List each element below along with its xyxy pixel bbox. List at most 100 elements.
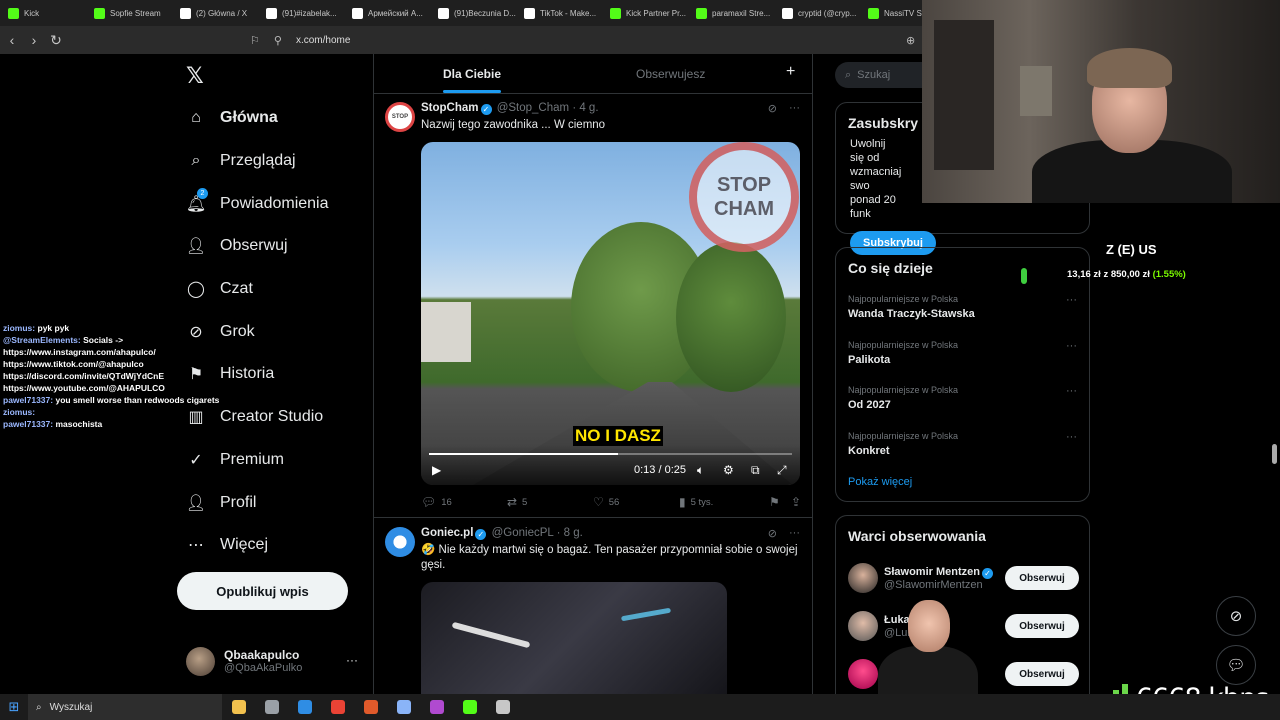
trend-item[interactable]: Najpopularniejsze w Polska Od 2027 ··· [836, 377, 1089, 423]
scrollbar-thumb[interactable] [1272, 444, 1277, 464]
taskbar-app-icon[interactable] [288, 694, 321, 720]
trend-item[interactable]: Najpopularniejsze w Polska Wanda Traczyk-… [836, 286, 1089, 332]
forward-icon[interactable]: › [24, 30, 44, 50]
video-player[interactable] [421, 582, 727, 694]
address-bar[interactable]: ⚐ ⚲ x.com/home ⊕ [250, 30, 920, 50]
chat-text: you smell worse than redwoods cigarets [55, 395, 220, 405]
taskbar-app-icon[interactable] [222, 694, 255, 720]
grok-icon[interactable]: ⊘ [768, 102, 777, 115]
more-icon[interactable]: ··· [1066, 294, 1077, 306]
browser-tab[interactable]: (91)#izabelak... [258, 0, 344, 26]
video-player[interactable]: STOP CHAM NO I DASZ ▶ 0:13 / 0:25 🔈︎ ⚙ ⧉… [421, 142, 800, 485]
verified-icon: ✓ [475, 529, 487, 540]
nav-item-premium[interactable]: ✓ Premium [186, 439, 366, 482]
more-icon[interactable]: ··· [1066, 385, 1077, 397]
windows-start-icon[interactable]: ⊞ [0, 694, 28, 720]
more-icon[interactable]: ··· [1066, 340, 1077, 352]
taskbar-app-icon[interactable] [255, 694, 288, 720]
avatar[interactable] [848, 611, 878, 641]
follow-button[interactable]: Obserwuj [1005, 662, 1079, 686]
browser-tab[interactable]: TikTok - Make... [516, 0, 602, 26]
nav-item-profile[interactable]: 👤︎ Profil [186, 481, 366, 524]
more-icon[interactable]: ··· [1066, 431, 1077, 443]
grok-float-button[interactable]: ⊘ [1216, 596, 1256, 636]
taskbar-app-icon[interactable] [453, 694, 486, 720]
post-button[interactable]: Opublikuj wpis [177, 572, 348, 610]
account-more-icon[interactable]: ··· [346, 653, 358, 667]
app-icon [396, 700, 411, 714]
chat-message: https://www.instagram.com/ahapulco/ [3, 346, 263, 358]
browser-tab[interactable]: (2) Główna / X [172, 0, 258, 26]
browser-tab[interactable]: Армейский А... [344, 0, 430, 26]
browser-tab[interactable]: Kick [0, 0, 86, 26]
search-icon: ⌕ [36, 701, 42, 713]
follow-icon: 👤︎ [185, 238, 207, 256]
post-handle[interactable]: @Stop_Cham [497, 102, 569, 114]
post-tools: ⊘ ··· [768, 102, 800, 115]
share-button[interactable]: ⇪ [791, 495, 801, 509]
views-button[interactable]: ▮ 5 tys. [679, 495, 769, 509]
grok-icon[interactable]: ⊘ [768, 527, 777, 540]
pip-icon[interactable]: ⧉ [751, 463, 760, 478]
fullscreen-icon[interactable]: ⤢ [777, 463, 787, 478]
tab-for-you[interactable]: Dla Ciebie [443, 67, 502, 93]
taskbar-app-icon[interactable] [387, 694, 420, 720]
post-time[interactable]: · 8 g. [557, 527, 583, 539]
show-more-link[interactable]: Pokaż więcej [836, 468, 1089, 496]
avatar[interactable] [848, 659, 878, 689]
reload-icon[interactable]: ↻ [46, 30, 66, 50]
taskbar: ⊞ ⌕ Wyszukaj [0, 694, 1280, 720]
taskbar-app-icon[interactable] [486, 694, 519, 720]
account-switcher[interactable]: Qbaakapulco @QbaAkaPulko ··· [186, 645, 366, 677]
browser-tab[interactable]: paramaxil Stre... [688, 0, 774, 26]
avatar[interactable] [848, 563, 878, 593]
browser-tab[interactable]: Kick Partner Pr... [602, 0, 688, 26]
add-tab-icon[interactable]: + [786, 63, 795, 81]
taskbar-app-icon[interactable] [420, 694, 453, 720]
url-text: x.com/home [295, 34, 351, 46]
bookmark-button[interactable]: ⚑ [769, 495, 791, 509]
repost-button[interactable]: ⇄ 5 [507, 495, 593, 509]
nav-item-search[interactable]: ⌕ Przeglądaj [186, 140, 366, 183]
post-avatar[interactable]: STOP [385, 102, 415, 132]
chat-message: ziomus: [3, 406, 263, 418]
site-info-icon[interactable]: ⚲ [274, 34, 282, 47]
taskbar-apps [222, 694, 519, 720]
zoom-icon[interactable]: ⊕ [906, 34, 915, 47]
tab-label: paramaxil Stre... [712, 8, 771, 18]
post-author[interactable]: StopCham [421, 102, 479, 114]
more-icon[interactable]: ··· [789, 527, 800, 540]
video-progress-bar[interactable] [429, 453, 792, 455]
browser-tab[interactable]: (91)Beczunia D... [430, 0, 516, 26]
play-icon[interactable]: ▶ [432, 463, 441, 477]
settings-icon[interactable]: ⚙ [723, 463, 734, 477]
x-logo[interactable]: 𝕏 [186, 63, 204, 89]
taskbar-search[interactable]: ⌕ Wyszukaj [28, 694, 222, 720]
volume-icon[interactable]: 🔈︎ [697, 463, 704, 478]
browser-tab[interactable]: cryptid (@cryp... [774, 0, 860, 26]
back-icon[interactable]: ‹ [2, 30, 22, 50]
post-handle[interactable]: @GoniecPL [492, 527, 554, 539]
nav-item-bell[interactable]: 🔔︎ 2 Powiadomienia [186, 182, 366, 225]
post-author[interactable]: Goniec.pl [421, 527, 473, 539]
follow-button[interactable]: Obserwuj [1005, 614, 1079, 638]
like-button[interactable]: ♡ 56 [593, 495, 679, 509]
suggested-account[interactable]: Sławomir Mentzen ✓ @SlawomirMentzen Obserwu… [836, 554, 1089, 602]
browser-tab[interactable]: Sopfie Stream [86, 0, 172, 26]
nav-item-home[interactable]: ⌂ Główna [186, 97, 366, 140]
follow-button[interactable]: Obserwuj [1005, 566, 1079, 590]
nav-item-follow[interactable]: 👤︎ Obserwuj [186, 225, 366, 268]
trend-item[interactable]: Najpopularniejsze w Polska Konkret ··· [836, 423, 1089, 469]
taskbar-app-icon[interactable] [321, 694, 354, 720]
post-time[interactable]: · 4 g. [572, 102, 598, 114]
taskbar-app-icon[interactable] [354, 694, 387, 720]
nav-item-chat[interactable]: ◯ Czat [186, 268, 366, 311]
video-frame [451, 621, 531, 649]
more-icon[interactable]: ··· [789, 102, 800, 115]
tab-following[interactable]: Obserwujesz [636, 67, 705, 81]
post-avatar[interactable] [385, 527, 415, 557]
bookmark-page-icon[interactable]: ⚐ [250, 34, 260, 47]
trend-item[interactable]: Najpopularniejsze w Polska Palikota ··· [836, 332, 1089, 378]
nav-item-more[interactable]: ⋯ Więcej [186, 524, 366, 567]
reply-button[interactable]: 💬︎ 16 [421, 495, 507, 509]
